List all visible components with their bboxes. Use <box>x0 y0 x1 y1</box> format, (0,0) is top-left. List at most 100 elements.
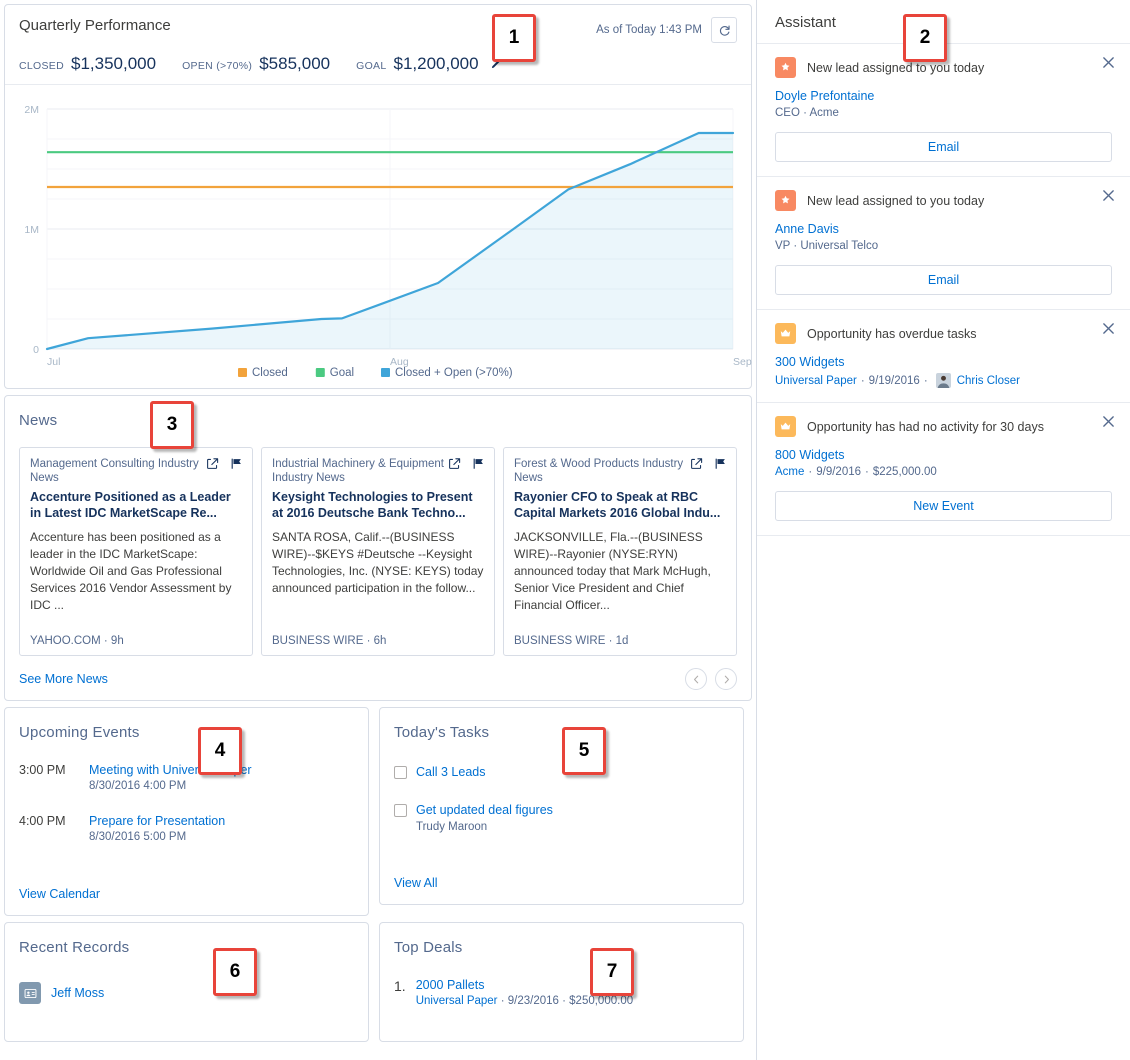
events-tasks-row: Upcoming Events 3:00 PM Meeting with Uni… <box>4 707 752 916</box>
assistant-record-link[interactable]: 300 Widgets <box>775 355 1112 369</box>
callout-badge-4: 4 <box>198 727 242 775</box>
svg-text:Closed: Closed <box>252 367 288 379</box>
flag-icon[interactable] <box>472 457 485 470</box>
metric-open-label: OPEN (>70%) <box>182 60 253 72</box>
metric-closed-label: CLOSED <box>19 60 64 72</box>
recent-records-card: Recent Records Jeff Moss <box>4 922 369 1042</box>
record-name[interactable]: Jeff Moss <box>51 986 104 1000</box>
assistant-record-link[interactable]: Doyle Prefontaine <box>775 89 1112 103</box>
news-source: BUSINESS WIRE · 1d <box>514 635 629 647</box>
share-icon[interactable] <box>690 457 703 470</box>
news-item[interactable]: Management Consulting Industry News Acce… <box>19 447 253 656</box>
email-button[interactable]: Email <box>775 132 1112 162</box>
news-headline[interactable]: Accenture Positioned as a Leader in Late… <box>30 489 242 521</box>
right-half-column-2: Top Deals 1. 2000 Pallets Universal Pape… <box>379 922 744 1042</box>
svg-text:Closed + Open (>70%): Closed + Open (>70%) <box>395 367 513 379</box>
email-button[interactable]: Email <box>775 265 1112 295</box>
list-item[interactable]: Jeff Moss <box>19 982 354 1004</box>
assistant-meta: VP · Universal Telco <box>775 240 879 252</box>
assistant-headline: Opportunity has had no activity for 30 d… <box>807 419 1044 434</box>
svg-text:1M: 1M <box>24 224 39 236</box>
assistant-account[interactable]: Acme <box>775 466 804 478</box>
news-body: JACKSONVILLE, Fla.--(BUSINESS WIRE)--Ray… <box>514 530 711 612</box>
assistant-person[interactable]: Chris Closer <box>957 375 1020 387</box>
opportunity-crown-icon <box>775 323 796 344</box>
event-time: 4:00 PM <box>19 814 66 828</box>
task-detail: Trudy Maroon <box>416 821 488 833</box>
metrics-row: CLOSED $1,350,000 OPEN (>70%) $585,000 G… <box>19 54 737 74</box>
news-source: YAHOO.COM · 9h <box>30 635 124 647</box>
opportunity-crown-icon <box>775 416 796 437</box>
page-title: Quarterly Performance <box>19 17 171 34</box>
share-icon[interactable] <box>206 457 219 470</box>
deal-account[interactable]: Universal Paper <box>416 995 498 1007</box>
news-source: BUSINESS WIRE · 6h <box>272 635 387 647</box>
assistant-meta: Universal Paper · 9/19/2016 · Chris Closer <box>775 373 1020 388</box>
as-of-timestamp: As of Today 1:43 PM <box>596 24 702 36</box>
news-card-list: Management Consulting Industry News Acce… <box>19 447 737 656</box>
deal-item[interactable]: 1. 2000 Pallets Universal Paper · 9/23/2… <box>394 978 729 1007</box>
assistant-date: 9/9/2016 <box>816 466 862 478</box>
view-all-tasks-link[interactable]: View All <box>394 876 438 890</box>
news-item[interactable]: Industrial Machinery & Equipment Industr… <box>261 447 495 656</box>
deal-rank: 1. <box>394 978 406 994</box>
metric-goal-value: $1,200,000 <box>393 54 479 73</box>
news-body: Accenture has been positioned as a leade… <box>30 530 232 612</box>
task-item[interactable]: Get updated deal figures Trudy Maroon <box>394 803 729 833</box>
lead-star-icon <box>775 190 796 211</box>
metric-open-value: $585,000 <box>259 54 331 73</box>
recent-records-title: Recent Records <box>19 939 130 956</box>
news-card: News Management Consulting Industry News… <box>4 395 752 701</box>
task-checkbox[interactable] <box>394 804 407 817</box>
news-headline[interactable]: Keysight Technologies to Present at 2016… <box>272 489 484 521</box>
top-deals-card: Top Deals 1. 2000 Pallets Universal Pape… <box>379 922 744 1042</box>
close-icon[interactable] <box>1102 322 1116 336</box>
records-deals-row: Recent Records Jeff Moss Top Deals 1. 20… <box>4 922 752 1042</box>
refresh-button[interactable] <box>711 17 737 43</box>
event-item[interactable]: 3:00 PM Meeting with Universal Paper 8/3… <box>19 763 354 792</box>
close-icon[interactable] <box>1102 189 1116 203</box>
close-icon[interactable] <box>1102 415 1116 429</box>
assistant-item: Opportunity has overdue tasks 300 Widget… <box>757 309 1130 402</box>
news-footer: See More News <box>19 668 737 690</box>
task-checkbox[interactable] <box>394 766 407 779</box>
new-event-button[interactable]: New Event <box>775 491 1112 521</box>
chart-svg: 01M2MJul Aug SepClosed Goal Closed + Open (>… <box>24 104 751 379</box>
assistant-record-link[interactable]: Anne Davis <box>775 222 1112 236</box>
task-name[interactable]: Call 3 Leads <box>416 765 486 779</box>
task-name[interactable]: Get updated deal figures <box>416 803 553 817</box>
flag-icon[interactable] <box>230 457 243 470</box>
news-headline[interactable]: Rayonier CFO to Speak at RBC Capital Mar… <box>514 489 726 521</box>
event-name[interactable]: Prepare for Presentation <box>89 814 225 828</box>
upcoming-events-title: Upcoming Events <box>19 724 140 741</box>
callout-badge-6: 6 <box>213 948 257 996</box>
event-detail: 8/30/2016 4:00 PM <box>89 780 187 792</box>
flag-icon[interactable] <box>714 457 727 470</box>
share-icon[interactable] <box>448 457 461 470</box>
event-item[interactable]: 4:00 PM Prepare for Presentation 8/30/20… <box>19 814 354 843</box>
callout-badge-2: 2 <box>903 14 947 62</box>
close-icon[interactable] <box>1102 56 1116 70</box>
assistant-date: 9/19/2016 <box>868 374 920 387</box>
news-next-button[interactable] <box>715 668 737 690</box>
user-avatar <box>935 373 951 388</box>
assistant-meta: Acme · 9/9/2016 · $225,000.00 <box>775 466 937 478</box>
contact-icon <box>19 982 41 1004</box>
event-detail: 8/30/2016 5:00 PM <box>89 831 187 843</box>
callout-badge-1: 1 <box>492 14 536 62</box>
view-calendar-link[interactable]: View Calendar <box>19 887 100 901</box>
see-more-news-link[interactable]: See More News <box>19 672 108 686</box>
callout-badge-5: 5 <box>562 727 606 775</box>
news-prev-button[interactable] <box>685 668 707 690</box>
assistant-account[interactable]: Universal Paper <box>775 375 857 387</box>
chevron-right-icon <box>722 675 731 684</box>
assistant-amount: $225,000.00 <box>872 466 937 478</box>
assistant-record-link[interactable]: 800 Widgets <box>775 448 1112 462</box>
news-item[interactable]: Forest & Wood Products Industry News Ray… <box>503 447 737 656</box>
metric-goal: GOAL $1,200,000 <box>356 54 503 74</box>
metric-open: OPEN (>70%) $585,000 <box>182 54 330 74</box>
upcoming-events-card: Upcoming Events 3:00 PM Meeting with Uni… <box>4 707 369 916</box>
news-category: Forest & Wood Products Industry News <box>514 458 684 484</box>
assistant-headline: New lead assigned to you today <box>807 60 985 75</box>
metric-closed-value: $1,350,000 <box>70 54 157 73</box>
